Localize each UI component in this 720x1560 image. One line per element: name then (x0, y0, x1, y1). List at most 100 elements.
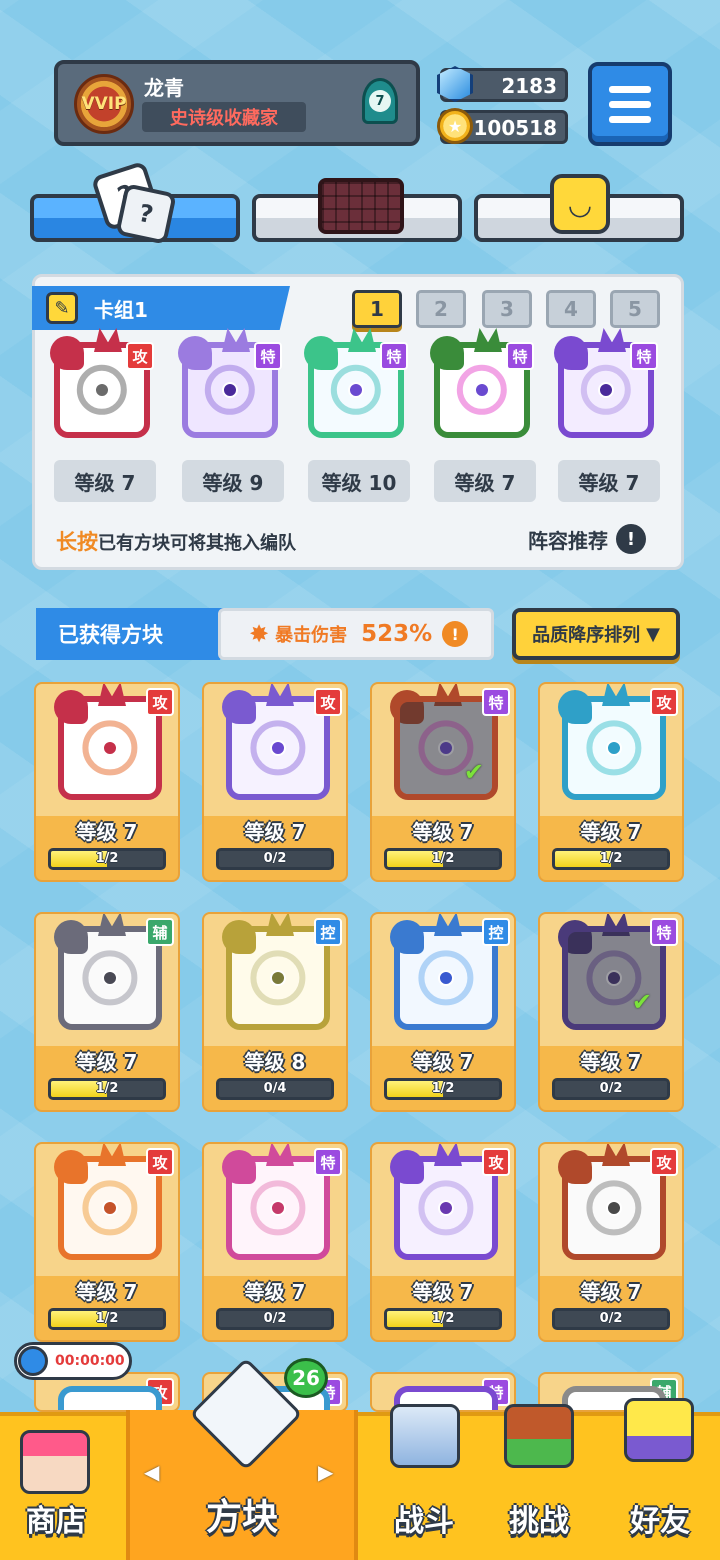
card-progress-bar: 1/2 (48, 1308, 166, 1330)
block-card[interactable]: 攻等级 7 0/2 (538, 1142, 684, 1342)
deck-card-level: 等级 10 (308, 460, 410, 502)
chocolate-icon (318, 178, 404, 234)
crit-value: 523% (361, 621, 433, 647)
rank-badge[interactable]: 7 (362, 78, 398, 124)
crit-damage-info[interactable]: ✸ 暴击伤害 523% ! (218, 608, 494, 660)
progress-text: 1/2 (431, 1081, 455, 1096)
block-card[interactable]: 攻等级 7 1/2 (34, 682, 180, 882)
shop-icon (20, 1430, 90, 1494)
nav-challenge[interactable]: 挑战 (480, 1404, 598, 1560)
gem-amount: 2183 (501, 74, 557, 98)
card-level: 等级 8 (244, 1050, 306, 1074)
block-core (606, 1200, 622, 1216)
collection-title: 已获得方块 (36, 608, 236, 660)
deck-card-level: 等级 7 (558, 460, 660, 502)
block-card[interactable]: ✔ 特等级 7 0/2 (538, 912, 684, 1112)
block-card[interactable]: 辅等级 7 1/2 (34, 912, 180, 1112)
card-type-tag: 攻 (482, 1148, 510, 1176)
check-icon: ✔ (463, 758, 484, 786)
block-core (438, 970, 454, 986)
card-type-tag: 特 (254, 342, 282, 370)
card-level: 等级 7 (244, 1280, 306, 1304)
block-core (474, 382, 490, 398)
deck-card-1[interactable]: 攻 (50, 336, 158, 446)
card-level: 等级 7 (76, 1280, 138, 1304)
nav-left-arrow[interactable]: ◀ (144, 1460, 159, 1484)
card-type-tag: 攻 (314, 688, 342, 716)
card-level: 等级 7 (244, 820, 306, 844)
block-core (222, 382, 238, 398)
block-core (606, 740, 622, 756)
card-type-tag: 特 (506, 342, 534, 370)
deck-card-5[interactable]: 特 (554, 336, 662, 446)
progress-text: 1/2 (431, 851, 455, 866)
block-card[interactable]: 攻等级 7 0/2 (202, 682, 348, 882)
block-core (270, 1200, 286, 1216)
exclamation-icon: ! (616, 524, 646, 554)
deck-card-4[interactable]: 特 (430, 336, 538, 446)
deck-slot-2[interactable]: 2 (416, 290, 466, 328)
block-card[interactable]: 攻等级 7 1/2 (34, 1142, 180, 1342)
gem-counter[interactable]: 2183 (437, 66, 568, 102)
nav-shop[interactable]: 商店 (0, 1412, 112, 1560)
block-card[interactable]: 攻等级 7 1/2 (370, 1142, 516, 1342)
block-core (438, 1200, 454, 1216)
deck-slot-5[interactable]: 5 (610, 290, 660, 328)
crit-info-icon[interactable]: ! (442, 621, 469, 647)
deck-slot-3[interactable]: 3 (482, 290, 532, 328)
sort-label: 品质降序排列 (532, 625, 641, 646)
clock-icon (18, 1346, 48, 1376)
crit-label: 暴击伤害 (275, 625, 348, 646)
card-progress-bar: 0/2 (552, 1308, 670, 1330)
vip-label: VVIP (81, 94, 127, 114)
card-type-tag: 特 (482, 688, 510, 716)
blocks-count-badge: 26 (284, 1358, 328, 1398)
progress-text: 1/2 (95, 1311, 119, 1326)
rank-number: 7 (369, 90, 391, 112)
card-progress-bar: 0/2 (552, 1078, 670, 1100)
deck-card-level: 等级 7 (434, 460, 536, 502)
smile-block-icon: ◡ (550, 174, 610, 234)
pencil-icon[interactable]: ✎ (46, 292, 78, 324)
nav-blocks[interactable]: 方块 (130, 1357, 354, 1560)
nav-right-arrow[interactable]: ▶ (318, 1460, 333, 1484)
block-core (102, 970, 118, 986)
coin-counter[interactable]: ★ 100518 (437, 108, 568, 144)
card-type-tag: 攻 (650, 1148, 678, 1176)
block-core (270, 740, 286, 756)
deck-slot-1[interactable]: 1 (352, 290, 402, 328)
card-progress-bar: 0/2 (216, 848, 334, 870)
lineup-recommend-button[interactable]: 阵容推荐! (528, 524, 646, 554)
card-progress-bar: 1/2 (48, 1078, 166, 1100)
block-card[interactable]: 控等级 7 1/2 (370, 912, 516, 1112)
dice-icon-second: ? (115, 183, 177, 245)
deck-slot-4[interactable]: 4 (546, 290, 596, 328)
progress-text: 0/2 (599, 1311, 623, 1326)
deck-card-level: 等级 7 (54, 460, 156, 502)
nav-friends-label: 好友 (630, 1504, 690, 1539)
sort-dropdown[interactable]: 品质降序排列 ▼ (512, 608, 680, 660)
block-card[interactable]: 控等级 8 0/4 (202, 912, 348, 1112)
card-progress-bar: 0/2 (216, 1308, 334, 1330)
progress-text: 0/2 (263, 1311, 287, 1326)
block-card[interactable]: 特等级 7 0/2 (202, 1142, 348, 1342)
coin-amount: 100518 (473, 116, 558, 140)
card-type-tag: 攻 (146, 688, 174, 716)
nav-battle[interactable]: 战斗 (364, 1404, 484, 1560)
deck-card-3[interactable]: 特 (304, 336, 412, 446)
block-card[interactable]: ✔ 特等级 7 1/2 (370, 682, 516, 882)
deck-card-2[interactable]: 特 (178, 336, 286, 446)
block-card[interactable]: 攻等级 7 1/2 (538, 682, 684, 882)
progress-text: 0/2 (263, 851, 287, 866)
nav-battle-label: 战斗 (394, 1504, 454, 1539)
profile-panel[interactable]: VVIP 龙青 史诗级收藏家 7 (54, 60, 420, 146)
menu-button[interactable] (588, 62, 672, 146)
nav-friends[interactable]: 好友 (600, 1398, 720, 1560)
nav-blocks-label: 方块 (205, 1497, 278, 1538)
card-type-tag: 特 (630, 342, 658, 370)
vvip-avatar[interactable]: VVIP (74, 74, 134, 134)
card-progress-bar: 1/2 (48, 848, 166, 870)
progress-text: 0/4 (263, 1081, 287, 1096)
coin-icon: ★ (437, 108, 473, 144)
card-progress-bar: 1/2 (552, 848, 670, 870)
